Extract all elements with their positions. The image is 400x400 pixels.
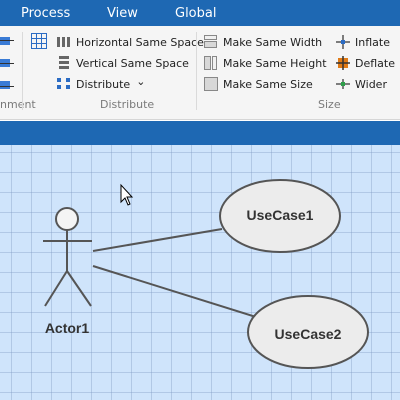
make-same-size-label: Make Same Size — [223, 77, 313, 91]
make-same-height-label: Make Same Height — [223, 56, 327, 70]
make-same-width-label: Make Same Width — [223, 35, 323, 49]
make-same-size-button[interactable]: Make Same Size — [204, 75, 313, 93]
deflate-button[interactable]: Deflate — [336, 54, 395, 72]
alignment-group-label: nment — [0, 98, 36, 111]
actor-label: Actor1 — [44, 320, 90, 336]
association-line-1[interactable] — [92, 228, 223, 252]
diagram-canvas[interactable]: Actor1 UseCase1 UseCase2 — [0, 145, 400, 400]
menu-global[interactable]: Global — [175, 6, 216, 21]
inflate-icon — [336, 35, 350, 49]
same-width-icon — [204, 35, 218, 49]
distribute-group-label: Distribute — [100, 98, 155, 111]
make-same-width-button[interactable]: Make Same Width — [204, 33, 322, 51]
ribbon-separator — [196, 32, 197, 110]
diagram-tab-strip — [0, 121, 400, 145]
vertical-same-space-button[interactable]: Vertical Same Space — [57, 54, 189, 72]
ribbon: nment Horizontal Same Space Vertical Sam… — [0, 26, 400, 120]
horizontal-same-space-button[interactable]: Horizontal Same Space — [57, 33, 204, 51]
usecase2-label: UseCase2 — [274, 326, 342, 342]
inflate-label: Inflate — [355, 35, 390, 49]
make-same-height-button[interactable]: Make Same Height — [204, 54, 327, 72]
grid-icon[interactable] — [31, 33, 47, 49]
wider-icon — [336, 77, 350, 91]
distribute-icon — [57, 77, 71, 91]
association-line-2[interactable] — [92, 265, 257, 318]
horizontal-space-icon — [57, 35, 71, 49]
align-top-icon[interactable] — [0, 34, 14, 48]
same-size-icon — [204, 77, 218, 91]
distribute-label: Distribute — [76, 77, 131, 91]
inflate-button[interactable]: Inflate — [336, 33, 390, 51]
wider-label: Wider — [355, 77, 387, 91]
align-middle-icon[interactable] — [0, 56, 14, 70]
distribute-dropdown[interactable]: Distribute ⌄ — [57, 75, 145, 93]
deflate-label: Deflate — [355, 56, 395, 70]
vertical-space-icon — [57, 56, 71, 70]
menu-view[interactable]: View — [107, 6, 138, 21]
usecase1-label: UseCase1 — [246, 207, 314, 223]
mouse-cursor-icon — [120, 183, 134, 206]
same-height-icon — [204, 56, 218, 70]
horizontal-same-space-label: Horizontal Same Space — [76, 35, 204, 49]
wider-button[interactable]: Wider — [336, 75, 387, 93]
chevron-down-icon: ⌄ — [136, 74, 146, 88]
diagram-svg — [43, 179, 369, 369]
size-group-label: Size — [318, 98, 341, 111]
menu-bar: Process View Global — [0, 0, 400, 26]
align-bottom-icon[interactable] — [0, 78, 14, 92]
ribbon-separator — [22, 32, 23, 110]
deflate-icon — [336, 56, 350, 70]
menu-process[interactable]: Process — [21, 6, 70, 21]
vertical-same-space-label: Vertical Same Space — [76, 56, 189, 70]
actor-figure[interactable] — [43, 207, 92, 307]
